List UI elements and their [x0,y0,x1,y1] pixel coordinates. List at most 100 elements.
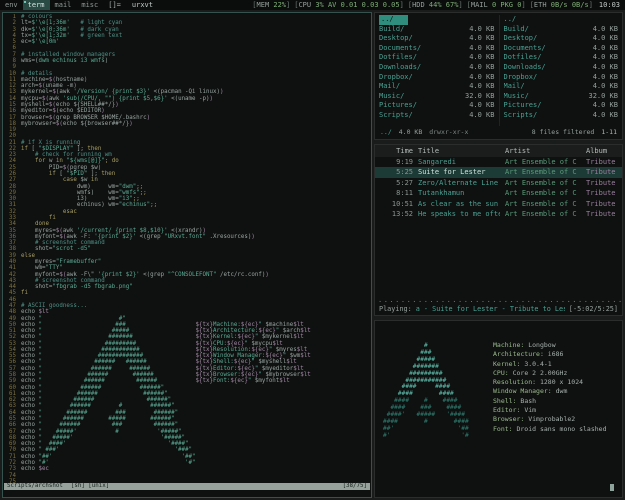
sysinfo-label: Font: [493,425,516,433]
code-token: ${tx} [196,366,213,372]
file-row[interactable]: Scripts/4.0 KB [375,111,499,121]
window-title: urxvt [126,0,159,10]
sysinfo-value: Bash [520,397,536,405]
track-title: As clear as the sun [418,199,500,209]
code-token: " [248,378,255,384]
sysinfo-label: Shell: [493,397,520,405]
code-token: " ###### ######" [38,397,171,403]
music-window[interactable]: TimeTitleArtistAlbum 9:19SangarediArt En… [374,144,623,316]
file-row[interactable]: ../ [500,15,623,25]
code-token: ${ec} [230,378,247,384]
code-token: echo [21,341,38,347]
code-token: # installed window managers [21,52,115,58]
track-row[interactable]: 5:25Suite for LesterArt Ensemble of CTri… [375,167,622,177]
filemanager-left-pane[interactable]: ../Build/4.0 KBDesktop/4.0 KBDocuments/4… [375,15,499,126]
code-token: mykernel= [21,89,52,95]
file-row[interactable]: Downloads/4.0 KB [375,63,499,73]
workspace-tags: envtermmailmisc [0,0,103,10]
track-row[interactable]: 10:51As clear as the sunArt Ensemble of … [375,199,622,209]
file-row[interactable]: Build/4.0 KB [375,25,499,35]
code-token [21,152,35,158]
code-token: ${tx} [196,372,213,378]
file-row[interactable]: Pictures/4.0 KB [500,101,623,111]
sysinfo-window[interactable]: # ### ##### ####### ######### ##########… [374,320,623,498]
filemanager-right-pane[interactable]: ../Build/4.0 KBDesktop/4.0 KBDocuments/4… [499,15,623,126]
terminal-buffer[interactable]: 1# colours2lt=$'\e[1;36m' # light cyan3d… [5,14,370,483]
code-token: [ [28,146,38,152]
code-token: " #####' # '#####" [38,429,181,435]
code-token: echo [21,385,38,391]
code-token: ${ec} [251,347,268,353]
file-row[interactable]: ../ [375,15,499,25]
code-token: " ###### ### ######" [38,422,178,428]
file-size: 4.0 KB [469,53,494,63]
code-token: $( [49,115,56,121]
code-token: $lt [293,322,303,328]
code-token: "^CONSOLEFONT" [168,272,217,278]
track-time: 5:25 [379,167,413,177]
code-token: " ####' '####" [38,441,188,447]
code-token: "Framebuffer" [56,259,101,265]
code-token: echo [21,334,38,340]
terminal-window[interactable]: 1# colours2lt=$'\e[1;36m' # light cyan3d… [2,12,372,498]
workspace-tag-term[interactable]: term [23,0,50,10]
code-token [21,215,49,221]
file-row[interactable]: Scripts/4.0 KB [500,111,623,121]
code-token: ${ec} [265,353,282,359]
file-row[interactable]: Music/32.0 KB [500,92,623,102]
layout-symbol[interactable]: []= [103,0,126,10]
file-row[interactable]: Build/4.0 KB [500,25,623,35]
file-row[interactable]: Documents/4.0 KB [375,44,499,54]
file-row[interactable]: Dotfiles/4.0 KB [375,53,499,63]
code-token: <(grep [140,272,168,278]
workspace-tag-misc[interactable]: misc [76,0,103,10]
file-row[interactable]: Dotfiles/4.0 KB [500,53,623,63]
code-token: " ########### [38,347,195,353]
track-row[interactable]: 13:52He speaks to me often in dArt Ensem… [375,209,622,219]
code-token: ${ec} [234,359,251,365]
track-row[interactable]: 9:19SangarediArt Ensemble of CTribute to… [375,157,622,167]
filemanager-window[interactable]: ../Build/4.0 KBDesktop/4.0 KBDocuments/4… [374,12,623,140]
code-token: ; do [105,158,119,164]
code-token: echo ${SHELL##*/} [56,102,115,108]
code-token: "${wms[@]}" [63,158,105,164]
file-row[interactable]: Music/32.0 KB [375,92,499,102]
code-token: # colours [21,14,52,20]
code-token: echo [21,359,38,365]
code-token: "echinus" [119,202,150,208]
code-token: echo [21,460,38,466]
status-label: CPU [298,1,315,9]
file-size: 4.0 KB [593,111,618,121]
workspace-tag-mail[interactable]: mail [50,0,77,10]
track-row[interactable]: 5:27Zero/Alternate LineArt Ensemble of C… [375,178,622,188]
file-row[interactable]: Desktop/4.0 KB [500,34,623,44]
file-row[interactable]: Documents/4.0 KB [500,44,623,54]
code-token: $lt [38,309,48,315]
file-row[interactable]: Mail/4.0 KB [375,82,499,92]
file-name: ../ [379,15,408,25]
file-row[interactable]: Downloads/4.0 KB [500,63,623,73]
file-size: 4.0 KB [593,25,618,35]
status-value: 22% [273,1,286,9]
track-title: Sangaredi [418,157,500,167]
code-token: # green text [80,33,122,39]
file-row[interactable]: Desktop/4.0 KB [375,34,499,44]
file-row[interactable]: Mail/4.0 KB [500,82,623,92]
file-row[interactable]: Dropbox/4.0 KB [375,73,499,83]
file-row[interactable]: Pictures/4.0 KB [375,101,499,111]
ascii-art-line: #' '# [383,433,469,440]
workspace-tag-env[interactable]: env [0,0,23,10]
music-separator: ........................................… [375,296,622,304]
code-token: 'sub(/CPU/, "") {print $5,$6}' [63,96,168,102]
file-size: 4.0 KB [593,73,618,83]
code-token: $'\e[0m' [31,39,59,45]
code-token: ) [115,102,119,108]
code-token [21,209,63,215]
status-segment-cpu: [CPU 3% AV 0.01 0.03 0.05] [294,0,404,10]
code-token: echo [21,435,38,441]
track-row[interactable]: 8:11TutankhamunArt Ensemble of CTribute … [375,188,622,198]
status-value: 44% 67% [429,1,459,9]
code-token: $lt [293,366,303,372]
file-row[interactable]: Dropbox/4.0 KB [500,73,623,83]
file-name: Documents/ [504,44,546,54]
